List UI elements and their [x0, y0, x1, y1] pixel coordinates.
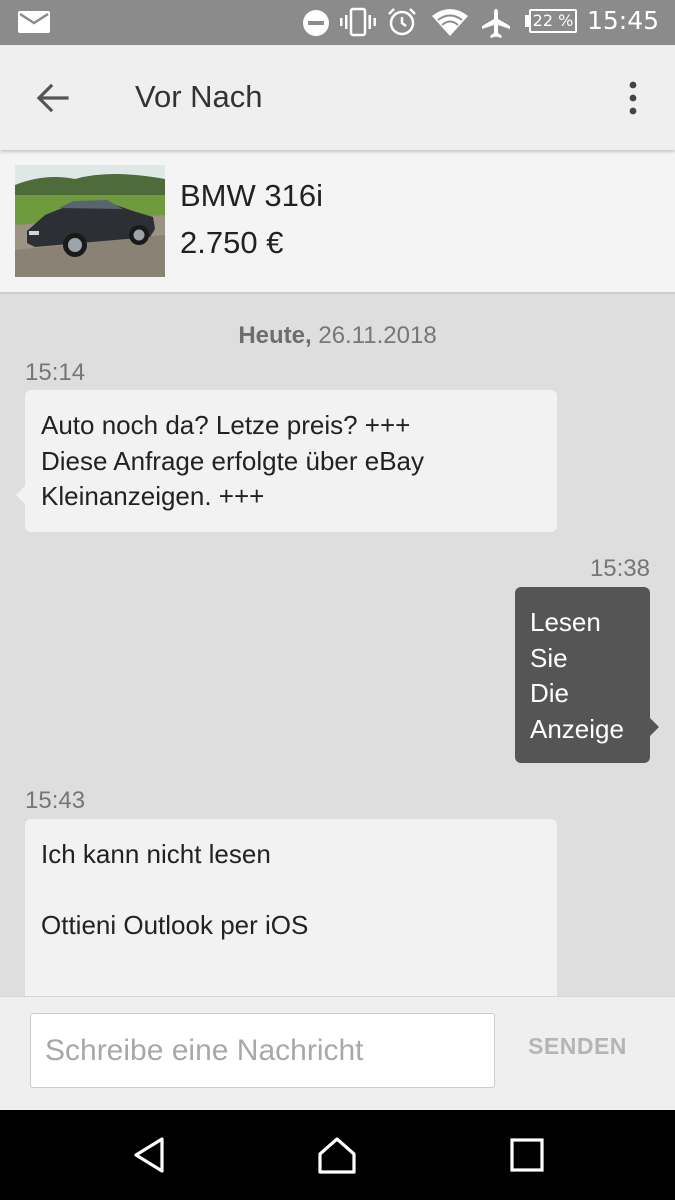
do-not-disturb-icon [303, 10, 329, 36]
chat-screen: 22 % 15:45 Vor Nach BMW 316i 2.750 € Heu… [0, 0, 675, 1200]
arrow-back-icon[interactable] [30, 75, 76, 121]
nav-back-icon[interactable] [130, 1135, 170, 1175]
mail-icon [18, 11, 50, 33]
status-time: 15:45 [586, 6, 659, 35]
send-button[interactable]: SENDEN [515, 1033, 640, 1060]
nav-home-icon[interactable] [317, 1135, 357, 1175]
date-value: 26.11.2018 [311, 322, 437, 349]
chat-title: Vor Nach [135, 79, 263, 114]
battery-icon: 22 % [529, 9, 577, 33]
more-vert-icon[interactable] [620, 75, 646, 121]
message-input[interactable] [30, 1013, 495, 1088]
ad-price: 2.750 € [180, 225, 284, 260]
ad-title: BMW 316i [180, 178, 323, 213]
incoming-message[interactable]: Auto noch da? Letze preis? +++ Diese Anf… [25, 390, 557, 532]
message-list[interactable]: Heute, 26.11.2018 15:14 Auto noch da? Le… [0, 294, 675, 996]
navigation-bar [0, 1110, 675, 1200]
date-separator: Heute, 26.11.2018 [0, 322, 675, 350]
wifi-icon [432, 9, 468, 36]
message-time: 15:14 [25, 359, 86, 386]
message-time: 15:43 [25, 787, 86, 814]
status-bar: 22 % 15:45 [0, 0, 675, 45]
compose-bar: SENDEN [0, 996, 675, 1110]
outgoing-message[interactable]: Lesen Sie Die Anzeige [515, 587, 650, 763]
app-bar: Vor Nach [0, 45, 675, 150]
bubble-tail [650, 718, 659, 736]
car-thumbnail [15, 165, 165, 277]
incoming-message[interactable]: Ich kann nicht lesen Ottieni Outlook per… [25, 819, 557, 996]
message-time: 15:38 [589, 555, 650, 582]
nav-recents-icon[interactable] [507, 1135, 547, 1175]
vibrate-icon [340, 7, 376, 37]
ad-header[interactable]: BMW 316i 2.750 € [0, 150, 675, 294]
date-day: Heute, [238, 322, 312, 349]
alarm-icon [388, 8, 416, 36]
bubble-tail [16, 486, 25, 504]
airplane-icon [482, 9, 510, 38]
battery-level: 22 % [532, 11, 574, 30]
